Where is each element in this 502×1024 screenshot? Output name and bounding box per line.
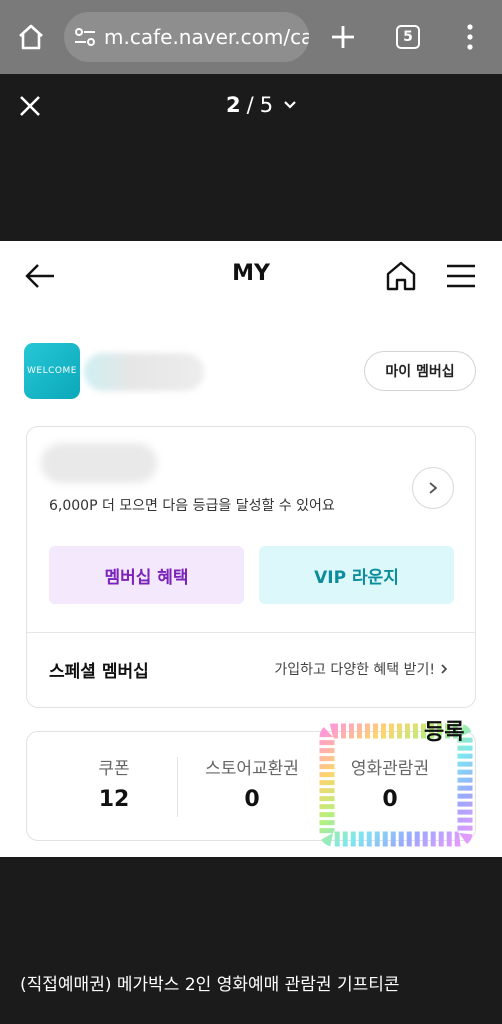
profile-row: WELCOME 마이 멤버십 bbox=[24, 341, 476, 401]
page-separator: / bbox=[246, 93, 254, 117]
special-membership-link-label: 가입하고 다양한 혜택 받기! bbox=[274, 662, 435, 678]
address-bar[interactable]: m.cafe.naver.com/ca bbox=[64, 12, 309, 62]
url-text: m.cafe.naver.com/ca bbox=[104, 25, 309, 49]
image-caption: (직접예매권) 메가박스 2인 영화예매 관람권 기프티콘 bbox=[20, 975, 400, 995]
grade-card: 6,000P 더 모으면 다음 등급을 달성할 수 있어요 멤버십 혜택 VIP… bbox=[26, 426, 476, 708]
home-icon[interactable] bbox=[384, 259, 418, 293]
vip-lounge-button[interactable]: VIP 라운지 bbox=[259, 546, 454, 604]
image-viewer-header: 2 / 5 bbox=[0, 74, 502, 241]
special-membership-title: 스페셜 멤버십 bbox=[49, 662, 149, 682]
close-icon[interactable] bbox=[19, 95, 41, 117]
special-membership-link[interactable]: 가입하고 다양한 혜택 받기! bbox=[274, 659, 449, 679]
membership-benefit-button[interactable]: 멤버십 혜택 bbox=[49, 546, 244, 604]
store-voucher-stat[interactable]: 스토어교환권 0 bbox=[187, 754, 317, 812]
grade-detail-button[interactable] bbox=[412, 467, 454, 509]
stat-value: 12 bbox=[98, 787, 130, 812]
page-title: MY bbox=[232, 261, 270, 286]
new-tab-icon[interactable] bbox=[330, 24, 356, 50]
blurred-nickname bbox=[84, 353, 204, 391]
stat-label: 쿠폰 bbox=[98, 759, 130, 779]
app-header: MY bbox=[0, 241, 502, 311]
total-pages: 5 bbox=[259, 93, 274, 117]
stat-label: 스토어교환권 bbox=[205, 759, 299, 779]
browser-toolbar: m.cafe.naver.com/ca 5 bbox=[0, 0, 502, 74]
tab-switcher-button[interactable]: 5 bbox=[396, 25, 420, 49]
home-icon[interactable] bbox=[16, 22, 46, 52]
blurred-grade bbox=[41, 443, 157, 483]
register-annotation: 등록 bbox=[424, 720, 465, 745]
my-membership-button[interactable]: 마이 멤버십 bbox=[364, 351, 476, 391]
more-menu-icon[interactable] bbox=[458, 22, 482, 52]
chevron-right-icon bbox=[429, 482, 438, 494]
chevron-right-icon bbox=[441, 664, 448, 674]
membership-screenshot: MY WELCOME 마이 멤버십 6,000P 더 모으면 다음 등급을 달성… bbox=[0, 241, 502, 857]
current-page: 2 bbox=[226, 93, 241, 117]
grade-progress-text: 6,000P 더 모으면 다음 등급을 달성할 수 있어요 bbox=[49, 498, 335, 514]
coupon-stat[interactable]: 쿠폰 12 bbox=[49, 754, 179, 812]
divider bbox=[27, 632, 475, 633]
welcome-badge: WELCOME bbox=[24, 343, 80, 399]
site-settings-icon[interactable] bbox=[74, 27, 96, 47]
menu-icon[interactable] bbox=[446, 263, 476, 289]
stat-value: 0 bbox=[244, 787, 260, 812]
chevron-down-icon bbox=[284, 101, 296, 109]
page-selector[interactable]: 2 / 5 bbox=[226, 93, 297, 117]
stat-divider bbox=[177, 757, 178, 817]
